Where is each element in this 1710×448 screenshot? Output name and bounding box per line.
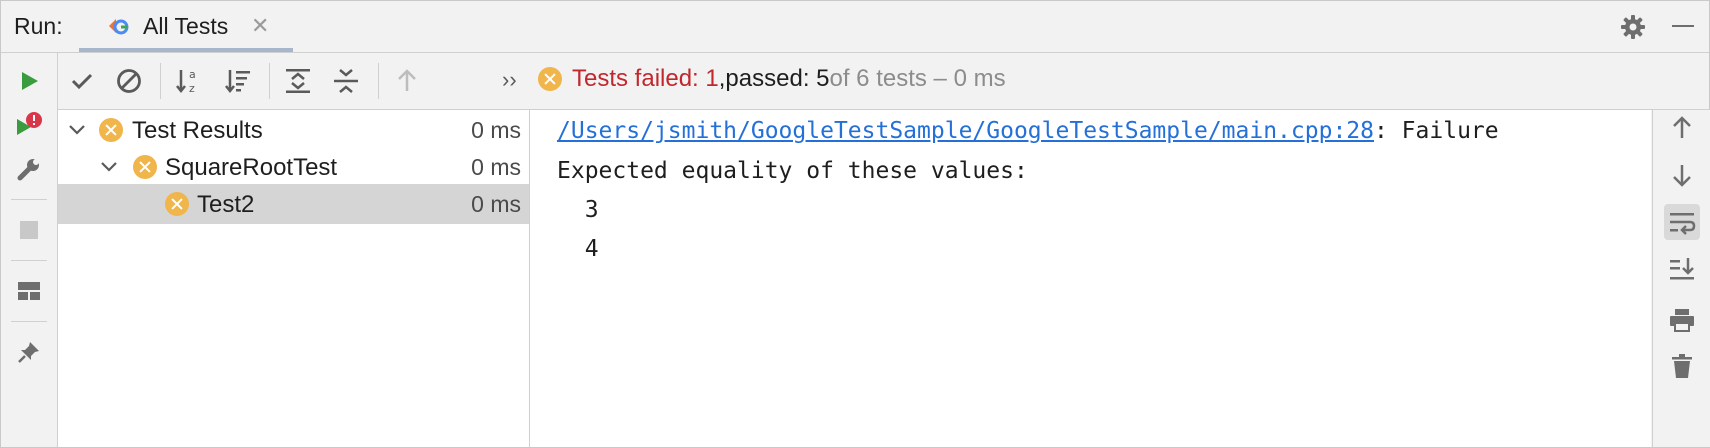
- run-icon: [22, 72, 38, 90]
- test-status-summary: Tests failed: 1, passed: 5 of 6 tests – …: [538, 65, 1006, 93]
- expand-all-icon: [286, 69, 310, 93]
- tree-row-square-root-test[interactable]: SquareRootTest 0 ms: [58, 147, 529, 187]
- minimize-icon[interactable]: [1672, 25, 1694, 27]
- fail-icon: [133, 155, 157, 179]
- print-icon: [1670, 309, 1694, 332]
- show-passed-icon: [71, 73, 93, 90]
- sort-by-duration-icon: [225, 70, 250, 94]
- pin-button[interactable]: [13, 336, 45, 368]
- previous-failed-icon: [398, 69, 416, 91]
- fail-icon: [538, 67, 562, 91]
- separator: [269, 63, 270, 99]
- console-output[interactable]: /Users/jsmith/GoogleTestSample/GoogleTes…: [530, 110, 1651, 447]
- trash-icon: [1672, 354, 1692, 378]
- status-comma: ,: [718, 65, 726, 92]
- left-tool-strip: [1, 53, 58, 447]
- run-label: Run:: [14, 13, 63, 39]
- tree-row-label: Test Results: [132, 117, 263, 144]
- chevron-down-icon[interactable]: [66, 118, 88, 140]
- print-button[interactable]: [1664, 302, 1700, 338]
- more-actions-button[interactable]: ››: [502, 67, 517, 93]
- status-passed: passed: 5: [725, 65, 830, 92]
- stop-button[interactable]: [13, 214, 45, 246]
- sort-alphabetically-button[interactable]: a z: [173, 65, 205, 97]
- previous-failed-button[interactable]: [391, 65, 423, 97]
- show-passed-button[interactable]: [66, 65, 98, 97]
- console-line: Expected equality of these values:: [557, 158, 1028, 184]
- fail-icon: [99, 118, 123, 142]
- console-failure-line: /Users/jsmith/GoogleTestSample/GoogleTes…: [557, 118, 1499, 144]
- console-line: 4: [557, 236, 599, 262]
- separator: [11, 321, 47, 322]
- separator: [378, 63, 379, 99]
- scroll-to-end-icon: [1670, 258, 1694, 280]
- close-icon[interactable]: ✕: [251, 14, 269, 38]
- layout-button[interactable]: [13, 275, 45, 307]
- tree-row-test-results[interactable]: Test Results 0 ms: [58, 110, 529, 150]
- tree-row-label: Test2: [197, 191, 255, 218]
- console-tool-strip: [1652, 110, 1710, 447]
- chevron-down-icon[interactable]: [98, 155, 120, 177]
- show-ignored-icon: [117, 69, 141, 93]
- tree-row-time: 0 ms: [471, 191, 521, 217]
- down-arrow-icon: [1673, 165, 1691, 187]
- tab-active-indicator: [79, 48, 293, 52]
- test-tree: Test Results 0 ms SquareRootTest 0 ms Te…: [58, 110, 530, 447]
- show-ignored-button[interactable]: [113, 65, 145, 97]
- settings-button[interactable]: [13, 153, 45, 185]
- tab-all-tests[interactable]: All Tests ✕: [79, 1, 293, 52]
- status-failed: Tests failed: 1: [572, 65, 719, 92]
- google-test-icon: [109, 19, 129, 35]
- run-tool-window: Run: All Tests ✕ a z ›› Tests failed: 1 …: [0, 0, 1710, 448]
- sort-by-duration-button[interactable]: [222, 65, 254, 97]
- tree-row-label: SquareRootTest: [165, 154, 338, 181]
- settings-wrench-icon: [17, 159, 39, 181]
- expand-all-button[interactable]: [282, 65, 314, 97]
- sort-alphabetically-icon: a z: [176, 68, 196, 95]
- tree-row-time: 0 ms: [471, 117, 521, 143]
- down-button[interactable]: [1664, 157, 1700, 193]
- rerun-failed-button[interactable]: [13, 109, 45, 141]
- tab-label: All Tests: [143, 13, 229, 39]
- pin-icon: [18, 342, 39, 363]
- clear-all-button[interactable]: [1664, 348, 1700, 384]
- fail-icon: [165, 192, 189, 216]
- separator: [11, 199, 47, 200]
- layout-icon: [18, 282, 40, 300]
- run-button[interactable]: [13, 65, 45, 97]
- separator: [11, 260, 47, 261]
- collapse-all-button[interactable]: [330, 65, 362, 97]
- tool-window-header: Run: All Tests ✕: [1, 1, 1709, 53]
- console-line: 3: [557, 197, 599, 223]
- rerun-failed-icon: [17, 112, 42, 135]
- soft-wrap-button[interactable]: [1664, 204, 1700, 240]
- test-runner-toolbar: a z ›› Tests failed: 1 , passed: 5 of 6 …: [58, 53, 1709, 110]
- tree-row-time: 0 ms: [471, 154, 521, 180]
- source-file-link[interactable]: /Users/jsmith/GoogleTestSample/GoogleTes…: [557, 118, 1374, 144]
- scroll-to-end-button[interactable]: [1664, 251, 1700, 287]
- soft-wrap-icon: [1670, 213, 1696, 235]
- failure-suffix: : Failure: [1373, 118, 1499, 144]
- svg-text:a: a: [189, 68, 196, 81]
- separator: [160, 63, 161, 99]
- status-rest: of 6 tests – 0 ms: [829, 65, 1006, 92]
- up-button[interactable]: [1664, 110, 1700, 146]
- tree-row-test2[interactable]: Test2 0 ms: [58, 184, 529, 224]
- collapse-all-icon: [334, 69, 358, 93]
- gear-icon[interactable]: [1619, 13, 1647, 41]
- stop-icon: [20, 221, 38, 239]
- up-arrow-icon: [1673, 116, 1691, 138]
- svg-text:z: z: [189, 82, 195, 95]
